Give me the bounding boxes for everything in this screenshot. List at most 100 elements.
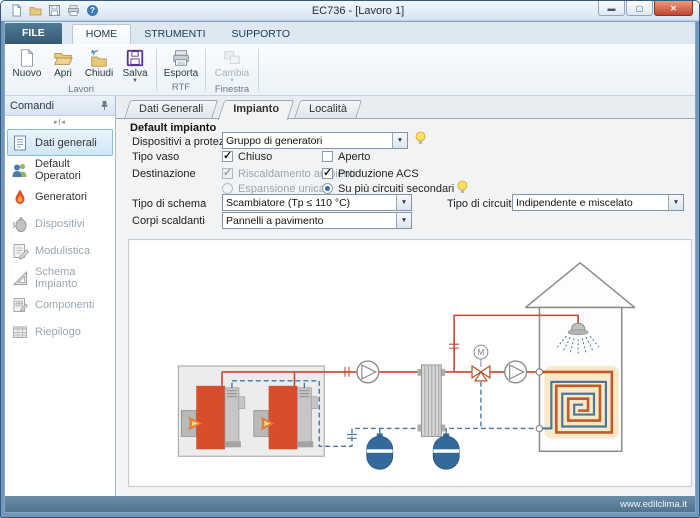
help-icon[interactable]: ? (86, 4, 99, 17)
ribbon-group-lavori: Nuovo Apri Chiudi Salva ▼ (9, 46, 153, 95)
pin-icon[interactable] (99, 100, 110, 111)
sidebar-item-dati-generali[interactable]: Dati generali (7, 129, 113, 156)
tipo-vaso-label: Tipo vaso (132, 151, 179, 163)
tipo-circuito-combobox[interactable]: Indipendente e miscelato▼ (512, 194, 684, 211)
tab-localita[interactable]: Località (293, 100, 359, 119)
print-icon[interactable] (67, 4, 80, 17)
minimize-button[interactable]: ▬ (598, 1, 625, 16)
produzione-acs-checkbox[interactable]: Produzione ACS (322, 167, 419, 180)
expansion-vessel-2 (433, 433, 459, 469)
impianto-panel: Default impianto Dispositivi a protezion… (116, 119, 695, 496)
ribbon: Nuovo Apri Chiudi Salva ▼ (5, 44, 695, 96)
aperto-checkbox[interactable]: Aperto (322, 150, 370, 163)
checkbox-checked-icon[interactable] (222, 151, 233, 162)
chiuso-checkbox[interactable]: Chiuso (222, 150, 272, 163)
website-link[interactable]: www.edilclima.it (620, 499, 687, 510)
lightbulb-icon (414, 131, 427, 146)
tab-impianto[interactable]: Impianto (217, 100, 291, 119)
sidebar-item-componenti: Componenti (7, 291, 113, 318)
radio-disabled-icon (222, 183, 233, 194)
maximize-button[interactable]: ▢ (626, 1, 653, 16)
checkbox-unchecked-icon[interactable] (322, 151, 333, 162)
window-controls: ▬ ▢ ✕ (597, 1, 699, 20)
close-button[interactable]: ✕ (654, 1, 693, 16)
tipo-schema-combobox[interactable]: Scambiatore (Tp ≤ 110 °C)▼ (222, 194, 412, 211)
impianto-diagram: M (129, 240, 691, 486)
salva-button[interactable]: Salva ▼ (117, 46, 153, 84)
sidebar-item-default-operatori[interactable]: Default Operatori (7, 156, 113, 183)
schema-icon (11, 269, 29, 287)
pump-primary (357, 361, 379, 383)
new-document-icon (17, 48, 37, 68)
sidebar-title: Comandi (10, 100, 99, 112)
ribbon-group-rtf: Esporta RTF (160, 46, 202, 95)
impianto-diagram-panel: M (128, 239, 692, 487)
main-area: Dati Generali Impianto Località Default … (116, 96, 695, 496)
combo-arrow-icon[interactable]: ▼ (392, 133, 407, 148)
combo-arrow-icon[interactable]: ▼ (668, 195, 683, 210)
wall-connection-supply (536, 369, 542, 375)
ribbon-group-finestra: Cambia ▼ Finestra (209, 46, 255, 95)
open-folder-icon (53, 48, 73, 68)
save-icon[interactable] (48, 4, 61, 17)
ribbon-separator (205, 49, 206, 91)
operators-icon (11, 161, 29, 179)
combo-arrow-icon[interactable]: ▼ (396, 195, 411, 210)
wall-connection-return (536, 425, 542, 431)
esporta-button[interactable]: Esporta (160, 46, 202, 79)
comandi-sidebar: Comandi ▸|◂ Dati generali Default Operat… (5, 96, 116, 496)
svg-text:?: ? (90, 6, 95, 15)
section-title: Default impianto (130, 122, 216, 134)
close-folder-icon (89, 48, 109, 68)
status-bar: www.edilclima.it (5, 496, 695, 512)
new-document-icon[interactable] (10, 4, 23, 17)
ribbon-separator (258, 49, 259, 91)
ribbon-group-label-rtf: RTF (160, 82, 202, 95)
app-window: ? EC736 - [Lavoro 1] ▬ ▢ ✕ FILE HOME STR… (0, 0, 700, 518)
mixing-valve: M (472, 345, 490, 381)
lightbulb-icon (456, 180, 469, 195)
open-folder-icon[interactable] (29, 4, 42, 17)
radio-selected-icon[interactable] (322, 183, 333, 194)
expansion-vessel-1 (367, 433, 393, 469)
corpi-scaldanti-combobox[interactable]: Pannelli a pavimento▼ (222, 212, 412, 229)
flame-icon (11, 188, 29, 206)
heat-exchanger (417, 365, 445, 436)
nuovo-button[interactable]: Nuovo (9, 46, 45, 79)
tab-home[interactable]: HOME (72, 24, 132, 44)
tipo-circuito-label: Tipo di circuito (447, 198, 518, 210)
apri-button[interactable]: Apri (45, 46, 81, 79)
ribbon-separator (156, 49, 157, 91)
protezione-combobox[interactable]: Gruppo di generatori▼ (222, 132, 408, 149)
save-icon (125, 48, 145, 68)
document-icon (11, 134, 29, 152)
sidebar-item-dispositivi: Dispositivi (7, 210, 113, 237)
tab-supporto[interactable]: SUPPORTO (219, 25, 304, 44)
sidebar-collapse-handle-icon[interactable]: ▸|◂ (5, 116, 115, 129)
combo-arrow-icon[interactable]: ▼ (396, 213, 411, 228)
windows-icon (222, 48, 242, 68)
tab-file[interactable]: FILE (5, 23, 62, 44)
tipo-schema-label: Tipo di schema (132, 198, 206, 210)
corpi-scaldanti-label: Corpi scaldanti (132, 215, 205, 227)
components-icon (11, 296, 29, 314)
checkbox-checked-icon[interactable] (322, 168, 333, 179)
tab-dati-generali[interactable]: Dati Generali (123, 100, 215, 119)
quick-access-toolbar: ? (1, 4, 119, 17)
cambia-button: Cambia ▼ (209, 46, 255, 84)
sidebar-item-modulistica: Modulistica (7, 237, 113, 264)
tab-strumenti[interactable]: STRUMENTI (131, 25, 218, 44)
destinazione-label: Destinazione (132, 168, 196, 180)
sidebar-item-schema-impianto: Schema Impianto (7, 264, 113, 291)
forms-icon (11, 242, 29, 260)
motor-label: M (478, 348, 485, 357)
window-title: EC736 - [Lavoro 1] (119, 5, 597, 17)
summary-icon (11, 323, 29, 341)
checkbox-checked-disabled-icon (222, 168, 233, 179)
window-frame: FILE HOME STRUMENTI SUPPORTO Nuovo Apri (4, 21, 696, 513)
chiudi-button[interactable]: Chiudi (81, 46, 117, 79)
pump-secondary (505, 361, 527, 383)
printer-icon (171, 48, 191, 68)
sidebar-item-generatori[interactable]: Generatori (7, 183, 113, 210)
document-tab-strip: Dati Generali Impianto Località (116, 96, 695, 119)
